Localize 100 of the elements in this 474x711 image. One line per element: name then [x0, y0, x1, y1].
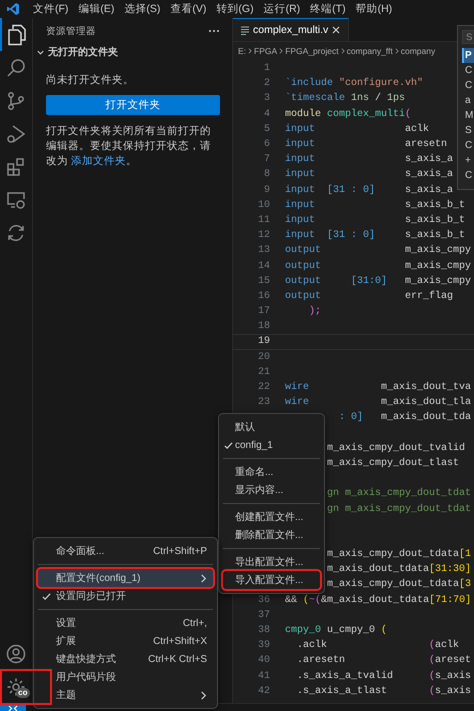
- menu-item[interactable]: 重命名...: [223, 463, 320, 481]
- quick-pick-item[interactable]: C: [462, 168, 474, 183]
- editor-tab[interactable]: complex_multi.v: [233, 18, 350, 41]
- menu-item[interactable]: 用户代码片段: [38, 668, 213, 686]
- code-line: input aresetn: [285, 139, 448, 150]
- breadcrumb-item[interactable]: FPGA_project: [285, 46, 339, 56]
- sync-icon: [6, 222, 26, 242]
- code-line: gn m_axis_cmpy_dout_tdat: [327, 488, 472, 500]
- code-line: m_axis_cmpy_dout_tdata[3: [327, 579, 472, 590]
- profile-badge: co: [16, 688, 30, 698]
- line-number: 12: [256, 230, 270, 242]
- code-line: .aresetn (areset: [297, 655, 472, 666]
- search-icon: [6, 58, 26, 78]
- sidebar-title: 资源管理器: [46, 24, 96, 38]
- menu-item[interactable]: 创建配置文件...: [223, 508, 320, 526]
- code-line: gn m_axis_cmpy_dout_tdat: [327, 504, 472, 515]
- code-line: input s_axis_a: [285, 169, 454, 180]
- search-field[interactable]: S: [462, 30, 474, 44]
- code-line: .s_axis_a_tlast (s_axis: [297, 686, 472, 697]
- breadcrumb-item[interactable]: E:: [238, 46, 246, 56]
- line-number: 37: [256, 610, 270, 621]
- code-line: cmpy_0 u_cmpy_0 (: [285, 625, 388, 636]
- line-number: 7: [262, 154, 270, 166]
- menu-item[interactable]: 扩展 Ctrl+Shift+X: [38, 632, 213, 650]
- menu-bar-item[interactable]: 终端(T): [305, 2, 351, 16]
- menu-item[interactable]: 命令面板... Ctrl+Shift+P: [38, 542, 213, 560]
- chevron-right-icon: [200, 574, 207, 582]
- menu-bar-item[interactable]: 查看(V): [165, 2, 212, 16]
- menu-item[interactable]: 键盘快捷方式 Ctrl+K Ctrl+S: [38, 650, 213, 668]
- menu-bar-item[interactable]: 文件(F): [28, 2, 74, 16]
- code-line: input s_axis_a: [285, 154, 454, 166]
- line-number: 19: [256, 336, 270, 348]
- code-line: input s_axis_b_t: [285, 214, 466, 226]
- line-number: 22: [256, 382, 270, 394]
- menu-bar-item[interactable]: 帮助(H): [350, 2, 398, 16]
- code-line: input aclk: [285, 124, 430, 135]
- check-icon: [224, 440, 233, 450]
- empty-message: 尚未打开文件夹。: [46, 73, 135, 87]
- menu-bar-item[interactable]: 转到(G): [211, 2, 259, 16]
- line-number: 6: [262, 139, 270, 150]
- menu-item[interactable]: 删除配置文件...: [223, 526, 320, 544]
- code-line: input [31 : 0] s_axis_a: [285, 184, 454, 196]
- menu-item[interactable]: 配置文件(config_1): [38, 569, 213, 587]
- menu-item[interactable]: 显示内容...: [223, 481, 320, 499]
- menu-item[interactable]: 设置 Ctrl+,: [38, 614, 213, 632]
- line-number: 1: [262, 63, 270, 74]
- extensions-icon: [6, 156, 26, 176]
- breadcrumb-item[interactable]: company: [400, 46, 436, 56]
- open-folder-button[interactable]: 打开文件夹: [46, 95, 220, 115]
- line-number: 21: [256, 366, 270, 378]
- code-line: input s_axis_b_t: [285, 200, 466, 211]
- quick-pick-item[interactable]: a: [462, 93, 474, 108]
- quick-pick-item[interactable]: C: [462, 138, 474, 153]
- add-folder-link[interactable]: 添加文件夹: [70, 155, 126, 167]
- code-line: output m_axis_cmpy: [285, 260, 472, 272]
- code-line: output m_axis_cmpy: [285, 245, 472, 256]
- branch-icon: [6, 90, 26, 110]
- menu-bar-item[interactable]: 选择(S): [119, 2, 166, 16]
- menu-item[interactable]: 导入配置文件...: [223, 571, 320, 589]
- line-number: 13: [256, 245, 270, 256]
- code-line: module complex_multi(: [285, 108, 412, 120]
- quick-pick-item[interactable]: S: [462, 123, 474, 138]
- breadcrumb-item[interactable]: FPGA: [254, 46, 278, 56]
- code-line: `include "configure.vh": [285, 78, 424, 90]
- account-icon: [6, 644, 26, 664]
- activity-bar-item[interactable]: co: [0, 670, 32, 703]
- close-icon[interactable]: [332, 26, 340, 34]
- quick-pick-item[interactable]: C: [462, 63, 474, 78]
- breadcrumb-item[interactable]: company_fft: [346, 46, 393, 56]
- quick-pick-item[interactable]: M: [462, 108, 474, 123]
- menu-bar-item[interactable]: 编辑(E): [73, 2, 120, 16]
- code-line: && (~(&m_axis_dout_tdata[71:70]: [285, 594, 472, 606]
- line-number: 5: [262, 124, 270, 135]
- more-icon[interactable]: [208, 29, 220, 33]
- line-number: 36: [256, 594, 270, 606]
- menu-item[interactable]: 主题: [38, 686, 213, 704]
- menu-bar-item[interactable]: 运行(R): [258, 2, 306, 16]
- menu-item[interactable]: 导出配置文件...: [223, 553, 320, 571]
- section-header[interactable]: 无打开的文件夹: [36, 44, 220, 60]
- code-line: output err_flag: [285, 290, 454, 302]
- line-number: 23: [256, 397, 270, 408]
- menu-item[interactable]: 默认: [223, 418, 320, 436]
- menu-item[interactable]: config_1: [223, 436, 320, 454]
- quick-pick-item[interactable]: +: [462, 153, 474, 168]
- line-number: 14: [256, 260, 270, 272]
- chevron-right-icon: [247, 47, 254, 55]
- line-number: 39: [256, 640, 270, 652]
- quick-pick-item[interactable]: P: [462, 48, 474, 63]
- code-line: m_axis_dout_tdata[31:30]: [327, 564, 472, 576]
- chevron-right-icon: [278, 47, 284, 55]
- line-number: 20: [256, 352, 270, 363]
- quick-pick-item[interactable]: C: [462, 78, 474, 93]
- code-line: m_axis_cmpy_dout_tlast: [327, 458, 460, 469]
- remote-icon: [8, 705, 18, 711]
- run-debug-icon: [6, 124, 26, 144]
- line-number: 38: [256, 625, 270, 636]
- line-number: 17: [256, 306, 270, 318]
- file-icon: [241, 26, 249, 34]
- chevron-right-icon: [200, 690, 207, 700]
- menu-item[interactable]: 设置同步已打开: [38, 587, 213, 605]
